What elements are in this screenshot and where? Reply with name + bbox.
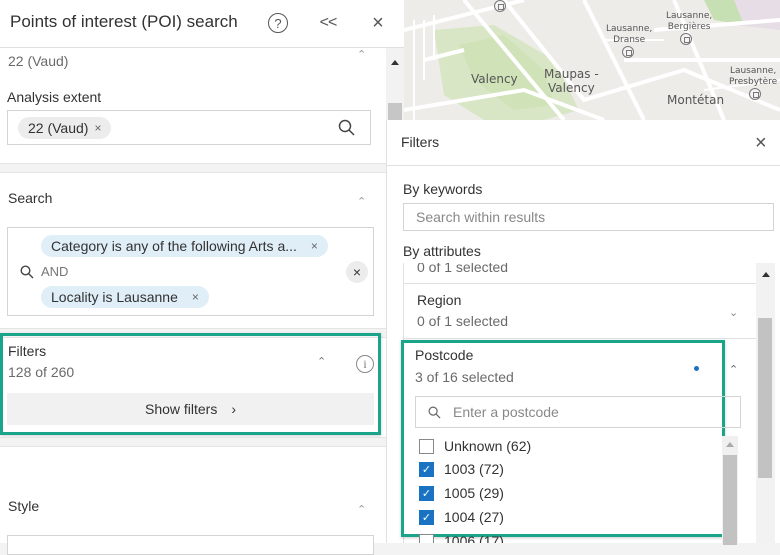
option-label: 1004 (27) — [444, 509, 504, 525]
option-label: 1005 (29) — [444, 485, 504, 501]
by-keywords-label: By keywords — [403, 181, 483, 197]
close-panel-button[interactable]: × — [365, 10, 391, 36]
attribute-summary: 0 of 1 selected — [417, 263, 509, 275]
chevron-up-icon[interactable]: ⌃ — [317, 355, 327, 368]
map-label-montetan: Montétan — [667, 93, 725, 107]
extent-chip-label: 22 (Vaud) — [28, 120, 89, 136]
checkbox-checked[interactable]: ✓ — [419, 485, 434, 501]
scrollbar-thumb[interactable] — [758, 318, 772, 478]
search-heading: Search — [8, 190, 53, 206]
map-label-dranse: Lausanne, Dranse — [606, 24, 653, 45]
postcode-list-scrollbar[interactable] — [722, 436, 738, 545]
extent-chip: 22 (Vaud) × — [18, 117, 112, 139]
locality-chip: Locality is Lausanne × — [41, 286, 209, 308]
chevron-right-icon: › — [231, 401, 237, 417]
search-criteria-box[interactable]: Category is any of the following Arts a.… — [7, 227, 374, 316]
map-label-maupas-valency: Maupas - Valency — [544, 67, 599, 95]
panel-header: Points of interest (POI) search ? << × — [0, 0, 404, 48]
bus-stop-icon[interactable] — [749, 88, 761, 100]
postcode-search-input[interactable]: Enter a postcode — [415, 396, 741, 428]
scroll-up-arrow-icon[interactable] — [726, 442, 734, 447]
keywords-search-input[interactable]: Search within results — [403, 203, 774, 231]
search-icon[interactable] — [338, 119, 356, 137]
close-icon: × — [372, 11, 384, 34]
bus-stop-icon[interactable] — [680, 33, 692, 45]
checkbox[interactable] — [419, 533, 434, 543]
postcode-option[interactable]: 1006 (17) — [419, 530, 504, 543]
help-icon: ? — [268, 13, 288, 33]
map-label-presbytere: Lausanne, Presbytère — [729, 66, 778, 87]
checkbox-checked[interactable]: ✓ — [419, 509, 434, 525]
map-label-valency: Valency — [471, 72, 518, 86]
analysis-extent-label: Analysis extent — [7, 89, 102, 105]
active-filter-dot — [694, 366, 699, 371]
chevron-up-icon[interactable]: ⌃ — [357, 503, 367, 516]
postcode-summary: 3 of 16 selected — [415, 369, 514, 385]
show-filters-label: Show filters — [144, 401, 218, 417]
filters-count: 128 of 260 — [8, 364, 75, 380]
checkbox[interactable] — [419, 438, 434, 454]
scrollbar-thumb[interactable] — [723, 455, 737, 545]
bus-stop-icon[interactable] — [494, 0, 506, 12]
postcode-attribute-name[interactable]: Postcode — [415, 347, 473, 363]
bus-stop-icon[interactable] — [622, 46, 634, 58]
clear-search-button[interactable]: × — [346, 261, 368, 283]
checkbox-checked[interactable]: ✓ — [419, 461, 434, 477]
double-chevron-left-icon: << — [319, 14, 338, 31]
postcode-option[interactable]: ✓ 1005 (29) — [419, 482, 504, 504]
area-value: 22 (Vaud) — [8, 53, 69, 69]
poi-search-panel: Points of interest (POI) search ? << × 2… — [0, 0, 404, 555]
by-attributes-label: By attributes — [403, 243, 481, 259]
attribute-item[interactable]: 0 of 1 selected — [404, 263, 756, 284]
analysis-extent-input[interactable]: 22 (Vaud) × — [7, 110, 371, 145]
category-chip-label: Category is any of the following Arts a.… — [51, 238, 297, 254]
style-box — [7, 535, 374, 555]
section-divider — [0, 437, 386, 447]
category-chip: Category is any of the following Arts a.… — [41, 235, 328, 257]
attribute-item-region[interactable]: Region 0 of 1 selected ⌄ — [404, 284, 756, 339]
remove-chip-icon[interactable]: × — [311, 239, 318, 253]
remove-chip-icon[interactable]: × — [94, 121, 101, 135]
panel-scroll-area: 22 (Vaud) ⌃ Analysis extent 22 (Vaud) × … — [0, 48, 386, 543]
filters-panel-title: Filters — [401, 134, 440, 150]
section-divider — [0, 163, 386, 173]
map-view[interactable]: Lausanne, Bergières Lausanne, Dranse Val… — [404, 0, 780, 120]
panel-title: Points of interest (POI) search — [10, 12, 238, 31]
filters-panel-header: Filters × — [387, 120, 780, 166]
locality-chip-label: Locality is Lausanne — [51, 289, 178, 305]
filters-heading: Filters — [8, 343, 47, 359]
chevron-up-icon[interactable]: ⌃ — [357, 48, 367, 61]
help-button[interactable]: ? — [265, 10, 291, 36]
map-label-bergieres: Lausanne, Bergières — [666, 11, 713, 32]
collapse-panel-button[interactable]: << — [315, 10, 341, 36]
chevron-up-icon[interactable]: ⌃ — [729, 363, 739, 376]
close-filters-button[interactable]: × — [755, 132, 767, 155]
scroll-up-arrow-icon[interactable] — [391, 60, 399, 65]
scroll-up-arrow-icon[interactable] — [762, 272, 770, 277]
option-label: 1003 (72) — [444, 461, 504, 477]
attribute-name: Region — [417, 292, 462, 308]
close-icon: × — [755, 132, 767, 154]
attributes-scrollbar[interactable] — [756, 263, 775, 543]
show-filters-button[interactable]: Show filters › — [7, 393, 374, 425]
search-icon — [20, 265, 34, 279]
option-label: 1006 (17) — [444, 533, 504, 543]
remove-chip-icon[interactable]: × — [192, 290, 199, 304]
postcode-option[interactable]: ✓ 1004 (27) — [419, 506, 504, 528]
postcode-option[interactable]: Unknown (62) — [419, 435, 531, 457]
option-label: Unknown (62) — [444, 438, 532, 454]
and-operator: AND — [41, 264, 69, 279]
attribute-summary: 0 of 1 selected — [417, 313, 509, 329]
style-heading: Style — [8, 498, 40, 514]
search-icon — [428, 406, 441, 418]
postcode-option[interactable]: ✓ 1003 (72) — [419, 458, 504, 480]
info-icon[interactable]: i — [356, 355, 374, 373]
close-icon: × — [352, 264, 362, 280]
chevron-up-icon[interactable]: ⌃ — [357, 195, 367, 208]
chevron-down-icon: ⌄ — [729, 307, 739, 319]
postcode-options-list: Unknown (62) ✓ 1003 (72) ✓ 1005 (29) ✓ 1… — [419, 435, 719, 543]
postcode-search-placeholder: Enter a postcode — [453, 404, 559, 420]
